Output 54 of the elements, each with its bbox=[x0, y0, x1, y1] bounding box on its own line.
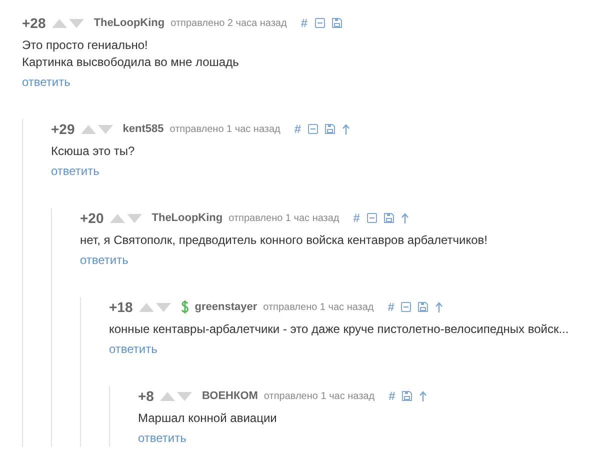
save-icon[interactable] bbox=[384, 213, 394, 223]
upvote-icon[interactable] bbox=[80, 124, 96, 134]
collapse-icon[interactable] bbox=[308, 124, 318, 134]
comment-text: конные кентавры-арбалетчики - это даже круче пистолетно-велосипедных войск... bbox=[109, 321, 570, 338]
comment-link[interactable]: # bbox=[388, 300, 394, 314]
author-link[interactable]: TheLoopKing bbox=[152, 212, 223, 224]
comment-text: Это просто гениально! bbox=[22, 37, 149, 54]
post-time: отправлено 1 час назад bbox=[263, 302, 374, 312]
post-time: отправлено 1 час назад bbox=[170, 124, 280, 134]
downvote-icon[interactable] bbox=[176, 392, 192, 400]
downvote-icon[interactable] bbox=[156, 302, 171, 312]
collapse-icon[interactable] bbox=[401, 302, 412, 312]
reply-link[interactable]: ответить bbox=[22, 73, 70, 91]
upvote-icon[interactable] bbox=[110, 214, 125, 222]
comment-link[interactable]: # bbox=[294, 122, 302, 136]
author-link[interactable]: TheLoopKing bbox=[94, 17, 165, 29]
reply-link[interactable]: ответить bbox=[80, 251, 128, 269]
author-link[interactable]: greenstayer bbox=[194, 301, 258, 313]
save-icon[interactable] bbox=[325, 124, 336, 134]
save-icon[interactable] bbox=[402, 391, 412, 401]
save-icon[interactable] bbox=[332, 18, 342, 28]
upvote-icon[interactable] bbox=[160, 392, 175, 400]
up-arrow-icon[interactable] bbox=[400, 212, 409, 224]
comment-text: Ксюша это ты? bbox=[51, 143, 136, 160]
rating: +28 bbox=[22, 15, 46, 31]
upvote-icon[interactable] bbox=[52, 18, 67, 28]
post-time: отправлено 2 часа назад bbox=[170, 18, 287, 28]
up-arrow-icon[interactable] bbox=[435, 302, 444, 312]
reply-link[interactable]: ответить bbox=[138, 429, 186, 447]
reply-link[interactable]: ответить bbox=[51, 162, 100, 180]
author-link[interactable]: ВОЕНКОМ bbox=[202, 390, 258, 402]
comment-text: Маршал конной авиации bbox=[138, 410, 278, 427]
upvote-icon[interactable] bbox=[138, 302, 154, 312]
downvote-icon[interactable] bbox=[98, 124, 113, 134]
reply-link[interactable]: ответить bbox=[109, 340, 158, 358]
comment-link[interactable]: # bbox=[388, 389, 396, 403]
comment-text: Картинка высвободила во мне лошадь bbox=[22, 54, 240, 71]
comment-text: нет, я Святополк, предводитель конного войска кентавров арбалетчиков! bbox=[80, 232, 489, 249]
up-arrow-icon[interactable] bbox=[342, 124, 350, 134]
collapse-icon[interactable] bbox=[314, 18, 325, 28]
author-link[interactable]: kent585 bbox=[122, 123, 164, 135]
comment-link[interactable]: # bbox=[300, 16, 308, 30]
rating: +18 bbox=[109, 299, 133, 315]
post-time: отправлено 1 час назад bbox=[264, 390, 375, 402]
comment-link[interactable]: # bbox=[353, 211, 360, 225]
up-arrow-icon[interactable] bbox=[419, 390, 428, 402]
rating: +29 bbox=[51, 121, 75, 137]
downvote-icon[interactable] bbox=[68, 18, 84, 28]
rating: +20 bbox=[80, 210, 104, 226]
collapse-icon[interactable] bbox=[366, 213, 377, 223]
post-time: отправлено 1 час назад bbox=[228, 212, 340, 224]
downvote-icon[interactable] bbox=[126, 214, 142, 222]
rating: +8 bbox=[138, 388, 154, 404]
save-icon[interactable] bbox=[418, 302, 428, 312]
